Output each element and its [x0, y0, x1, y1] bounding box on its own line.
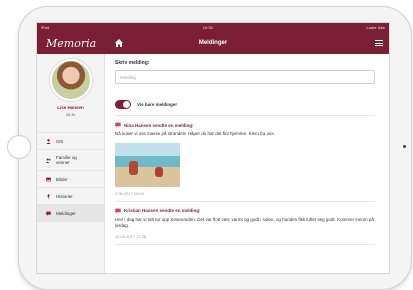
- sidebar-item-om[interactable]: Om: [37, 133, 104, 150]
- message-sender: Nina Hansen sendte en melding:: [124, 122, 194, 128]
- message-header: Kristian Hansen sendte en melding:: [115, 208, 375, 214]
- sidebar-item-label: Historier: [56, 193, 73, 199]
- app-screen: iPad 10:33 Lader ikke Memoria Meldinger …: [36, 22, 390, 274]
- messages-only-toggle[interactable]: [115, 100, 131, 109]
- message-date: 12.06.2017 12:26: [115, 233, 147, 239]
- filter-row: Vis bare meldinger: [115, 100, 375, 116]
- person-icon: [46, 138, 51, 144]
- message-date: 7.06.2017 15:00: [115, 190, 144, 196]
- image-icon: [46, 177, 51, 181]
- home-button[interactable]: [7, 135, 31, 159]
- profile-age: 26 år: [65, 112, 76, 117]
- message-text: Nå koser vi oss masse på stranden! Håper…: [115, 131, 275, 136]
- message-input[interactable]: Melding: [115, 70, 375, 84]
- message-item: Kristian Hansen sendte en melding: Hei! …: [115, 202, 375, 245]
- profile-name: Lise Hansen: [57, 105, 84, 110]
- message-text: Hei! I dag har vi tatt tur opp Kesenarde…: [115, 216, 374, 229]
- people-icon: [46, 158, 51, 163]
- status-time: 10:33: [202, 25, 213, 30]
- message-icon: [115, 208, 121, 214]
- scene: iPad 10:33 Lader ikke Memoria Meldinger …: [0, 0, 413, 290]
- sidebar-item-label: Familie og venner: [56, 155, 77, 165]
- messages-panel: Skriv melding: Melding Vis bare meldinge…: [105, 54, 389, 273]
- message-icon: [115, 122, 121, 128]
- sidebar-item-label: Om: [56, 138, 64, 144]
- status-battery: Lader ikke: [366, 25, 385, 30]
- sidebar-item-meldinger[interactable]: Meldinger: [37, 205, 104, 222]
- status-bar: iPad 10:33 Lader ikke: [37, 23, 389, 32]
- avatar: [49, 59, 92, 101]
- profile-card: Lise Hansen 26 år: [37, 54, 104, 133]
- microphone-icon: [47, 193, 50, 199]
- camera-dot: [403, 145, 406, 148]
- app-header: Memoria Meldinger: [37, 32, 389, 54]
- compose-label: Skriv melding:: [115, 60, 150, 66]
- sidebar-item-bilder[interactable]: Bilder: [37, 171, 104, 188]
- beach-photo[interactable]: [115, 142, 180, 187]
- message-header: Nina Hansen sendte en melding:: [115, 122, 375, 128]
- sidebar-item-historier[interactable]: Historier: [37, 188, 104, 205]
- message-sender: Kristian Hansen sendte en melding:: [124, 208, 201, 214]
- page-title: Meldinger: [198, 40, 228, 46]
- menu-icon[interactable]: [375, 40, 383, 46]
- toggle-label: Vis bare meldinger: [137, 102, 178, 107]
- content-area: Lise Hansen 26 år Om Familie og venner B…: [37, 54, 389, 273]
- message-icon: [46, 211, 51, 216]
- message-item: Nina Hansen sendte en melding: Nå koser …: [115, 116, 375, 202]
- sidebar: Lise Hansen 26 år Om Familie og venner B…: [37, 54, 105, 273]
- sidebar-item-label: Meldinger: [56, 210, 76, 216]
- status-carrier: iPad: [41, 25, 50, 30]
- sidebar-item-familie[interactable]: Familie og venner: [37, 150, 104, 171]
- sidebar-item-label: Bilder: [56, 176, 68, 182]
